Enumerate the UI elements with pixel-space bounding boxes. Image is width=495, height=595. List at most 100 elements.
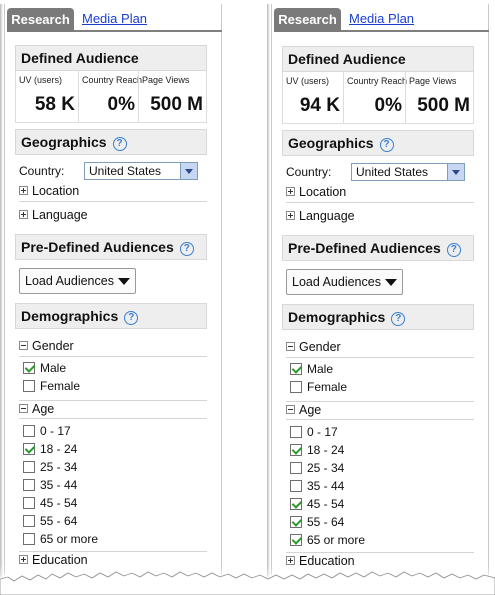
age-option[interactable]: 45 - 54	[23, 495, 203, 513]
country-row: Country: United States	[19, 162, 209, 182]
checkbox[interactable]	[290, 480, 302, 492]
tab-bar: Research Media Plan	[274, 8, 489, 32]
country-select[interactable]: United States	[351, 163, 465, 181]
checkbox[interactable]	[23, 497, 35, 509]
age-option[interactable]: 55 - 64	[290, 514, 470, 532]
checkbox[interactable]	[290, 381, 302, 393]
gender-expander[interactable]: Gender	[19, 338, 207, 357]
plus-box-icon[interactable]	[286, 187, 295, 196]
panel-border-left	[4, 4, 5, 575]
checkbox[interactable]	[23, 425, 35, 437]
country-select[interactable]: United States	[84, 162, 198, 180]
load-audiences-button[interactable]: Load Audiences	[286, 269, 403, 295]
option-label: 25 - 34	[307, 461, 345, 475]
checkbox[interactable]	[290, 444, 302, 456]
stat-country-reach: Country Reach 0%	[78, 71, 142, 122]
tab-media-plan[interactable]: Media Plan	[82, 11, 147, 26]
tab-media-plan[interactable]: Media Plan	[349, 11, 414, 26]
tab-bar: Research Media Plan	[7, 8, 222, 32]
age-option[interactable]: 0 - 17	[23, 423, 203, 441]
plus-box-icon[interactable]	[286, 556, 295, 565]
caret-down-icon	[118, 278, 130, 285]
audience-panel-right: Research Media Plan Defined Audience UV …	[267, 0, 493, 595]
help-icon[interactable]: ?	[391, 312, 406, 326]
stat-value: 0%	[374, 95, 402, 116]
checkbox[interactable]	[290, 498, 302, 510]
checkbox[interactable]	[23, 380, 35, 392]
age-option[interactable]: 65 or more	[290, 532, 470, 550]
minus-box-icon[interactable]	[19, 404, 28, 413]
language-expander[interactable]: Language	[286, 208, 474, 227]
age-option[interactable]: 0 - 17	[290, 424, 470, 442]
country-row: Country: United States	[286, 163, 476, 183]
gender-expander[interactable]: Gender	[286, 339, 474, 358]
checkbox[interactable]	[290, 426, 302, 438]
age-option[interactable]: 65 or more	[23, 531, 203, 549]
chevron-down-icon[interactable]	[447, 164, 464, 180]
checkbox[interactable]	[23, 515, 35, 527]
age-option[interactable]: 35 - 44	[290, 478, 470, 496]
age-option[interactable]: 25 - 34	[290, 460, 470, 478]
age-option[interactable]: 35 - 44	[23, 477, 203, 495]
defined-audience-header: Defined Audience	[15, 45, 207, 71]
location-expander[interactable]: Location	[19, 183, 207, 202]
demographics-header: Demographics?	[15, 303, 207, 329]
minus-box-icon[interactable]	[286, 342, 295, 351]
stat-value: 500 M	[150, 94, 203, 115]
age-option[interactable]: 25 - 34	[23, 459, 203, 477]
language-expander[interactable]: Language	[19, 207, 207, 226]
checkbox[interactable]	[23, 461, 35, 473]
age-option[interactable]: 18 - 24	[23, 441, 203, 459]
predefined-audiences-header: Pre-Defined Audiences?	[282, 235, 474, 261]
minus-box-icon[interactable]	[286, 405, 295, 414]
plus-box-icon[interactable]	[19, 555, 28, 564]
load-audiences-button[interactable]: Load Audiences	[19, 268, 136, 294]
stat-country-reach: Country Reach 0%	[343, 72, 408, 123]
chevron-down-icon[interactable]	[180, 163, 197, 179]
age-expander[interactable]: Age	[19, 400, 207, 419]
audience-stats: UV (users) 94 K Country Reach 0% Page Vi…	[282, 72, 474, 124]
location-expander[interactable]: Location	[286, 184, 474, 203]
checkbox[interactable]	[290, 534, 302, 546]
checkbox[interactable]	[23, 362, 35, 374]
gender-option-female[interactable]: Female	[23, 378, 203, 396]
help-icon[interactable]: ?	[112, 137, 127, 151]
stat-label: UV (users)	[19, 75, 63, 85]
audience-stats: UV (users) 58 K Country Reach 0% Page Vi…	[15, 71, 207, 123]
plus-box-icon[interactable]	[19, 210, 28, 219]
age-option[interactable]: 45 - 54	[290, 496, 470, 514]
gender-option-female[interactable]: Female	[290, 379, 470, 397]
age-option[interactable]: 55 - 64	[23, 513, 203, 531]
tab-research[interactable]: Research	[7, 8, 74, 32]
help-icon[interactable]: ?	[179, 242, 194, 256]
option-label: 65 or more	[307, 533, 366, 547]
stat-label: Country Reach	[347, 76, 408, 86]
checkbox[interactable]	[290, 516, 302, 528]
option-label: Male	[307, 362, 334, 376]
option-label: 0 - 17	[40, 424, 71, 438]
checkbox[interactable]	[23, 479, 35, 491]
age-option[interactable]: 18 - 24	[290, 442, 470, 460]
section-title: Pre-Defined Audiences	[21, 239, 174, 255]
tab-research[interactable]: Research	[274, 8, 341, 32]
plus-box-icon[interactable]	[19, 186, 28, 195]
gender-option-male[interactable]: Male	[23, 360, 203, 378]
plus-box-icon[interactable]	[286, 211, 295, 220]
option-label: 45 - 54	[307, 497, 345, 511]
help-icon[interactable]: ?	[446, 243, 461, 257]
country-label: Country:	[286, 165, 332, 179]
stat-uv: UV (users) 94 K	[283, 72, 343, 123]
stat-value: 0%	[107, 94, 135, 115]
section-title: Defined Audience	[21, 50, 139, 66]
minus-box-icon[interactable]	[19, 341, 28, 350]
checkbox[interactable]	[23, 443, 35, 455]
help-icon[interactable]: ?	[124, 311, 139, 325]
checkbox[interactable]	[290, 363, 302, 375]
section-title: Pre-Defined Audiences	[288, 240, 441, 256]
gender-option-male[interactable]: Male	[290, 361, 470, 379]
option-label: Male	[40, 361, 67, 375]
checkbox[interactable]	[290, 462, 302, 474]
help-icon[interactable]: ?	[379, 138, 394, 152]
age-expander[interactable]: Age	[286, 401, 474, 420]
checkbox[interactable]	[23, 533, 35, 545]
